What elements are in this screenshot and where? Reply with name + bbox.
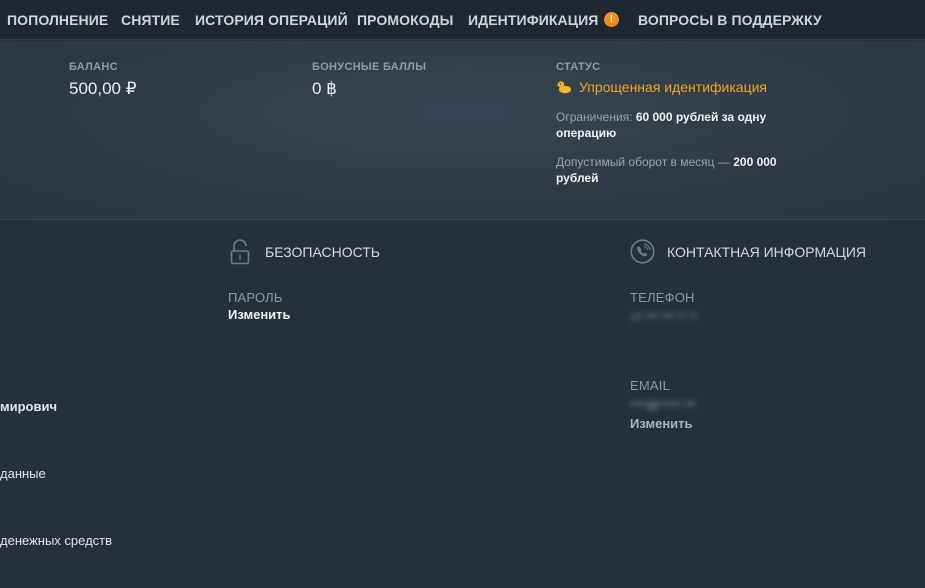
- email-label: EMAIL: [630, 378, 671, 393]
- personal-data-link[interactable]: данные: [0, 466, 46, 481]
- bonus-label: БОНУСНЫЕ БАЛЛЫ: [312, 61, 427, 73]
- nav-withdraw[interactable]: СНЯТИЕ: [121, 12, 180, 28]
- bonus-value: 0 ฿: [312, 79, 337, 98]
- nav-history[interactable]: ИСТОРИЯ ОПЕРАЦИЙ: [195, 12, 348, 28]
- contact-title: КОНТАКТНАЯ ИНФОРМАЦИЯ: [667, 243, 866, 260]
- nav-identification[interactable]: ИДЕНТИФИКАЦИЯ: [468, 12, 598, 28]
- phone-value: +7 *** *** ** **: [630, 312, 698, 324]
- phone-label: ТЕЛЕФОН: [630, 290, 695, 305]
- funds-link[interactable]: денежных средств: [0, 533, 112, 548]
- security-title: БЕЗОПАСНОСТЬ: [265, 244, 380, 260]
- balance-value: 500,00 ₽: [69, 79, 137, 98]
- nav-promocodes[interactable]: ПРОМОКОДЫ: [357, 12, 454, 28]
- status-label: СТАТУС: [556, 61, 601, 73]
- change-password-link[interactable]: Изменить: [228, 307, 291, 322]
- contact-header: КОНТАКТНАЯ ИНФОРМАЦИЯ: [630, 239, 866, 264]
- nav-deposit[interactable]: ПОПОЛНЕНИЕ: [7, 12, 108, 28]
- limits-prefix: Ограничения:: [556, 110, 636, 124]
- email-value: ****@*****.***: [630, 400, 696, 412]
- user-name-fragment: мирович: [0, 399, 58, 414]
- warning-icon: !: [604, 12, 619, 27]
- change-email-link[interactable]: Изменить: [630, 416, 693, 431]
- limits-text: Ограничения: 60 000 рублей за одну опера…: [556, 109, 796, 141]
- password-label: ПАРОЛЬ: [228, 290, 283, 305]
- top-navigation: ПОПОЛНЕНИЕ СНЯТИЕ ИСТОРИЯ ОПЕРАЦИЙ ПРОМО…: [0, 0, 925, 40]
- duck-icon: [556, 80, 572, 94]
- status-value: Упрощенная идентификация: [579, 79, 768, 95]
- balance-label: БАЛАНС: [69, 61, 118, 73]
- phone-icon: [630, 239, 655, 264]
- status-link[interactable]: Упрощенная идентификация: [556, 79, 767, 95]
- nav-support[interactable]: ВОПРОСЫ В ПОДДЕРЖКУ: [638, 12, 822, 28]
- turnover-prefix: Допустимый оборот в месяц —: [556, 155, 734, 169]
- turnover-text: Допустимый оборот в месяц — 200 000 рубл…: [556, 154, 796, 186]
- security-header: БЕЗОПАСНОСТЬ: [229, 239, 380, 265]
- lock-icon: [229, 239, 251, 265]
